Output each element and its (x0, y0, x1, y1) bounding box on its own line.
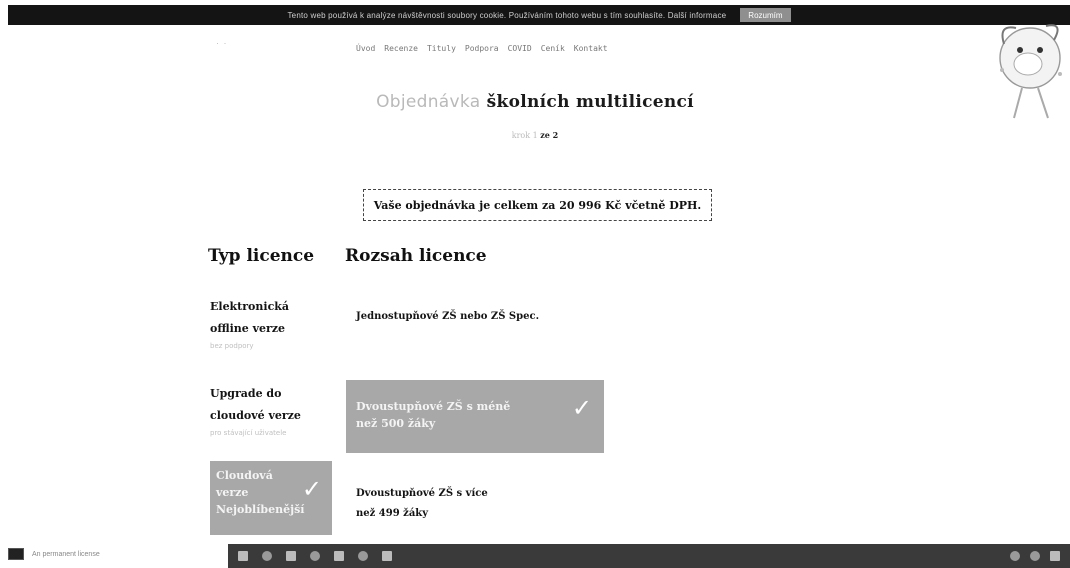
nav-item-uvod[interactable]: Úvod (356, 44, 375, 53)
step-current: krok 1 (511, 131, 538, 140)
license-type-offline[interactable]: Elektronická offline verze bez podpory (210, 296, 320, 352)
license-type-line: verze (216, 486, 249, 499)
nav-item-podpora[interactable]: Podpora (465, 44, 499, 53)
nav-item-covid[interactable]: COVID (508, 44, 532, 53)
step-indicator: krok 1 ze 2 (0, 130, 1070, 140)
chrome-icon[interactable] (358, 551, 368, 561)
window-icon[interactable] (8, 548, 24, 560)
taskbar (228, 544, 1070, 568)
nav-item-recenze[interactable]: Recenze (384, 44, 418, 53)
license-range-line: než 500 žáky (356, 417, 436, 430)
license-type-line: Cloudová (216, 469, 273, 482)
license-range-line: Dvoustupňové ZŠ s více (356, 488, 488, 499)
nav-item-cenik[interactable]: Ceník (541, 44, 565, 53)
license-type-heading: Typ licence (208, 246, 315, 266)
license-range-line: Dvoustupňové ZŠ s méně (356, 400, 511, 413)
license-range-line: než 499 žáky (356, 508, 429, 519)
order-total-text: Vaše objednávka je celkem za 20 996 Kč v… (373, 198, 702, 212)
site-logo[interactable]: · · (216, 38, 228, 48)
start-icon[interactable] (238, 551, 248, 561)
order-total-box: Vaše objednávka je celkem za 20 996 Kč v… (363, 189, 712, 221)
task-view-icon[interactable] (286, 551, 296, 561)
license-type-note: pro stávající uživatele (210, 429, 287, 437)
step-total: ze 2 (540, 130, 559, 140)
network-icon[interactable] (1010, 551, 1020, 561)
page-title-bold: školních multilicencí (486, 92, 694, 112)
license-type-cloud[interactable]: Cloudová verze Nejoblíbenější ✓ (210, 461, 332, 535)
license-range-two-stage-small[interactable]: Dvoustupňové ZŠ s méně než 500 žáky ✓ (346, 380, 604, 453)
license-type-note: bez podpory (210, 342, 254, 350)
license-range-two-stage-large[interactable]: Dvoustupňové ZŠ s více než 499 žáky (356, 484, 556, 524)
license-range-single-stage[interactable]: Jednostupňové ZŠ nebo ZŠ Spec. (356, 306, 596, 328)
bottom-status: An permanent license (8, 548, 100, 560)
check-icon: ✓ (301, 475, 322, 503)
license-type-line: Nejoblíbenější (216, 503, 305, 516)
search-icon[interactable] (262, 551, 272, 561)
page-title-light: Objednávka (376, 92, 481, 112)
license-range-line: Jednostupňové ZŠ nebo ZŠ Spec. (356, 311, 540, 322)
license-type-cloud-upgrade[interactable]: Upgrade do cloudové verze pro stávající … (210, 383, 320, 439)
check-icon: ✓ (571, 394, 592, 422)
license-type-line: offline verze (210, 322, 286, 335)
nav-item-kontakt[interactable]: Kontakt (574, 44, 608, 53)
cookie-consent-bar: Tento web používá k analýze návštěvnosti… (8, 5, 1070, 25)
browser-icon[interactable] (310, 551, 320, 561)
app-icon[interactable] (382, 551, 392, 561)
license-type-line: cloudové verze (210, 409, 301, 422)
license-type-line: Elektronická (210, 300, 290, 313)
license-range-heading: Rozsah licence (345, 246, 487, 266)
notification-icon[interactable] (1050, 551, 1060, 561)
license-type-line: Upgrade do (210, 387, 282, 400)
main-nav: Úvod Recenze Tituly Podpora COVID Ceník … (356, 44, 608, 53)
cookie-accept-button[interactable]: Rozumím (740, 8, 791, 22)
page-title: Objednávka školních multilicencí (0, 92, 1070, 112)
system-tray (1010, 551, 1060, 561)
bottom-status-text: An permanent license (32, 550, 100, 558)
volume-icon[interactable] (1030, 551, 1040, 561)
nav-item-tituly[interactable]: Tituly (427, 44, 456, 53)
cookie-consent-text: Tento web používá k analýze návštěvnosti… (287, 10, 727, 20)
folder-icon[interactable] (334, 551, 344, 561)
